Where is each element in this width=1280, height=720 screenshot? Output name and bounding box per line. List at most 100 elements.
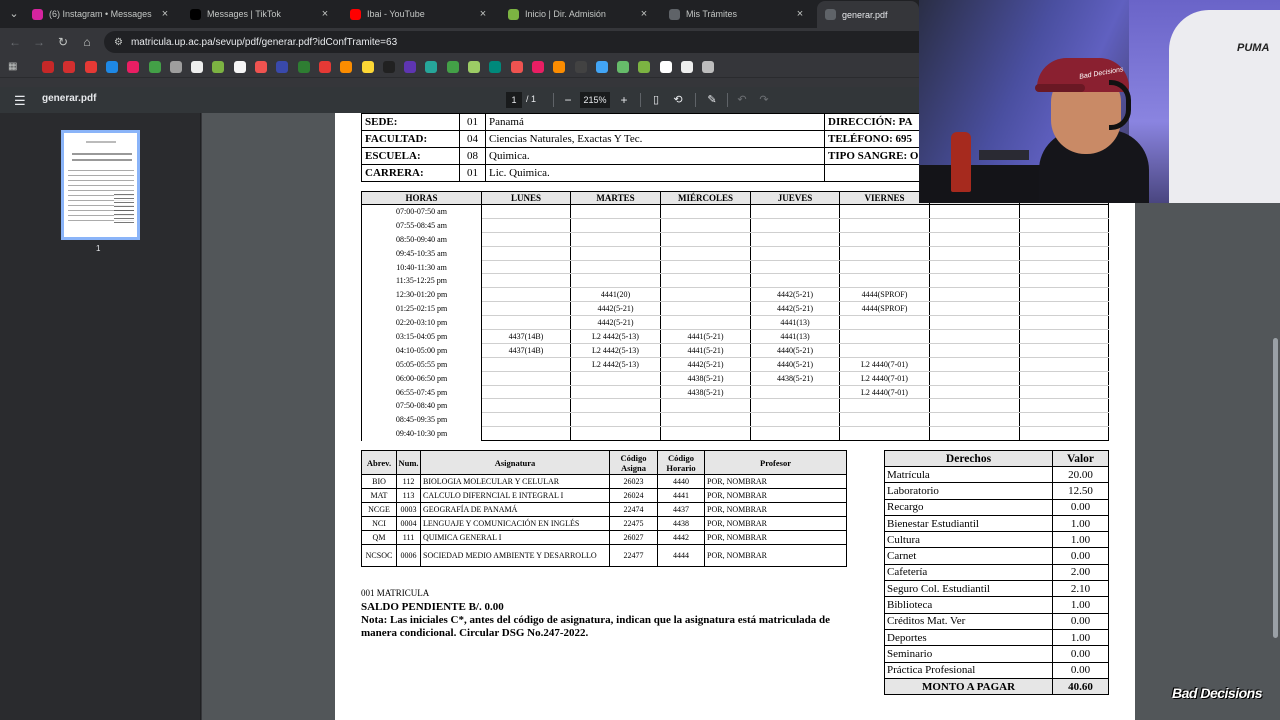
schedule-time: 04:10-05:00 pm xyxy=(361,343,482,358)
address-bar[interactable]: ⚙ matricula.up.ac.pa/sevup/pdf/generar.p… xyxy=(104,31,944,53)
bookmark-icon[interactable] xyxy=(681,61,693,73)
bookmark-icon[interactable] xyxy=(105,61,118,73)
tab-1[interactable]: (6) Instagram • Messages × xyxy=(24,2,180,26)
subjects-header: Num. xyxy=(396,450,421,475)
bookmark-icon[interactable] xyxy=(276,61,289,73)
subjects-header: Código Asigna xyxy=(609,450,658,475)
header-label-2: TIPO SANGRE: O xyxy=(824,147,925,165)
undo-icon[interactable]: ↶ xyxy=(735,92,749,108)
schedule-cell xyxy=(1019,301,1109,317)
footnote: 001 MATRICULA SALDO PENDIENTE B/. 0.00 N… xyxy=(361,588,851,640)
tiktok-icon xyxy=(190,8,201,20)
tab-search-button[interactable]: ⌄ xyxy=(4,4,24,24)
schedule-time: 07:50-08:40 pm xyxy=(361,398,482,413)
home-icon[interactable]: ⌂ xyxy=(78,33,96,51)
tab-5[interactable]: Mis Trámites × xyxy=(661,2,815,26)
bookmark-icon[interactable] xyxy=(553,61,566,73)
bookmark-icon[interactable] xyxy=(42,61,54,73)
bookmark-icon[interactable] xyxy=(63,61,76,73)
bookmark-icon[interactable] xyxy=(318,61,331,73)
page-thumbnail[interactable] xyxy=(61,130,140,240)
close-tab-icon[interactable]: × xyxy=(476,8,490,20)
bookmark-icon[interactable] xyxy=(702,61,715,73)
bookmark-icon[interactable] xyxy=(425,61,438,73)
back-icon[interactable]: ← xyxy=(6,33,24,51)
forward-icon[interactable]: → xyxy=(30,33,48,51)
schedule-cell xyxy=(1019,426,1109,442)
stream-watermark: Bad Decisions xyxy=(1172,685,1262,701)
vertical-scrollbar[interactable] xyxy=(1273,338,1278,638)
bookmark-icon[interactable] xyxy=(84,61,97,73)
fee-label: Práctica Profesional xyxy=(884,661,1053,679)
bookmark-icon[interactable] xyxy=(255,61,267,73)
reload-icon[interactable]: ↻ xyxy=(54,33,72,51)
close-tab-icon[interactable]: × xyxy=(158,8,172,20)
tab-3[interactable]: Ibai - YouTube × xyxy=(342,2,498,26)
annotate-icon[interactable]: ✎ xyxy=(705,92,719,108)
bookmark-icon[interactable] xyxy=(382,61,395,73)
fee-row: Biblioteca 1.00 xyxy=(884,596,1109,614)
schedule-cell xyxy=(929,426,1020,442)
schedule-cell xyxy=(1019,371,1109,386)
close-tab-icon[interactable]: × xyxy=(793,8,807,20)
zoom-input[interactable]: 215% xyxy=(580,92,610,108)
rotate-icon[interactable]: ⟲ xyxy=(671,92,685,108)
schedule-cell xyxy=(929,329,1020,344)
bookmark-icon[interactable] xyxy=(148,61,161,73)
bookmark-icon[interactable] xyxy=(212,61,225,73)
schedule-cell xyxy=(660,260,751,275)
close-tab-icon[interactable]: × xyxy=(318,8,332,20)
schedule-row: 06:55-07:45 pm 4438(5-21) L2 4440(7-01) xyxy=(361,385,1109,400)
bookmark-icon[interactable] xyxy=(361,61,374,73)
apps-grid-icon[interactable]: ▦ xyxy=(8,61,20,73)
schedule-cell xyxy=(750,412,840,428)
page-number-input[interactable]: 1 xyxy=(506,92,522,108)
redo-icon[interactable]: ↷ xyxy=(757,92,771,108)
schedule-cell xyxy=(481,385,571,400)
schedule-time: 09:45-10:35 am xyxy=(361,246,482,261)
tab-2[interactable]: Messages | TikTok × xyxy=(182,2,340,26)
site-info-icon[interactable]: ⚙ xyxy=(114,37,123,48)
subject-cell: 22477 xyxy=(609,544,658,567)
pdf-viewer[interactable]: SEDE: 01 Panamá DIRECCIÓN: PA FACULTAD: 04 Cie… xyxy=(202,113,1280,720)
zoom-in-icon[interactable]: + xyxy=(617,92,631,108)
schedule-cell xyxy=(929,301,1020,317)
schedule-cell xyxy=(750,398,840,414)
bookmark-icon[interactable] xyxy=(404,61,417,73)
fee-value: 1.00 xyxy=(1052,628,1109,647)
bookmark-icon[interactable] xyxy=(638,61,651,73)
schedule-cell xyxy=(750,426,840,442)
toolbar-divider xyxy=(640,93,641,107)
menu-icon[interactable]: ☰ xyxy=(14,93,26,109)
bookmark-icon[interactable] xyxy=(595,61,608,73)
bookmark-icon[interactable] xyxy=(446,61,459,73)
bookmark-icon[interactable] xyxy=(574,61,587,73)
zoom-out-icon[interactable]: − xyxy=(561,92,575,108)
bookmark-icon[interactable] xyxy=(233,61,246,73)
subject-cell: 4442 xyxy=(657,530,705,545)
subject-cell: 22474 xyxy=(609,502,658,517)
bookmark-icon[interactable] xyxy=(127,61,140,73)
bookmark-icon[interactable] xyxy=(191,61,204,73)
bookmark-icon[interactable] xyxy=(169,61,182,73)
bookmark-icon[interactable] xyxy=(489,61,502,73)
fit-page-icon[interactable]: ▯ xyxy=(649,92,663,108)
schedule-cell xyxy=(660,204,751,219)
bookmark-icon[interactable] xyxy=(617,61,630,73)
schedule-cell xyxy=(839,218,930,233)
schedule-cell xyxy=(750,218,840,233)
schedule-cell xyxy=(481,204,571,219)
schedule-cell: 4441(20) xyxy=(570,287,661,303)
bookmark-icon[interactable] xyxy=(531,61,544,73)
close-tab-icon[interactable]: × xyxy=(637,8,651,20)
schedule-row: 09:40-10:30 pm xyxy=(361,426,1109,442)
bookmark-icon[interactable] xyxy=(468,61,480,73)
bookmark-icon[interactable] xyxy=(510,61,523,73)
bookmark-icon[interactable] xyxy=(659,61,672,73)
bookmark-icon[interactable] xyxy=(340,61,353,73)
subject-cell: 4440 xyxy=(657,474,705,489)
tab-6[interactable]: generar.pdf xyxy=(817,1,919,28)
schedule-cell: 4438(5-21) xyxy=(660,371,751,386)
bookmark-icon[interactable] xyxy=(297,61,310,73)
tab-4[interactable]: Inicio | Dir. Admisión × xyxy=(500,2,659,26)
